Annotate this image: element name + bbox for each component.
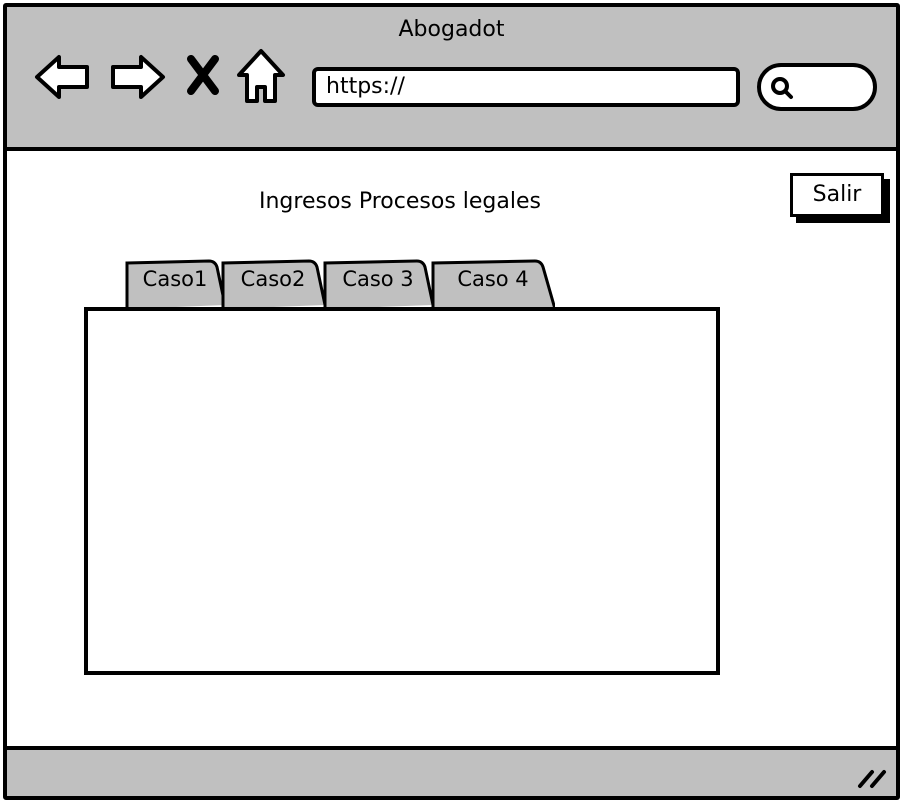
resize-grip-icon[interactable] (856, 766, 890, 790)
search-icon (771, 77, 793, 99)
home-icon[interactable] (235, 47, 287, 105)
close-x-icon[interactable] (185, 55, 221, 95)
tab-caso1[interactable]: Caso1 (125, 257, 225, 309)
window-title: Abogadot (398, 17, 505, 42)
status-bar (7, 746, 896, 796)
tab-caso-3[interactable]: Caso 3 (323, 257, 433, 309)
browser-window: Abogadot https:// Ingresos Procesos lega… (3, 3, 900, 800)
tab-content-panel (84, 307, 720, 675)
tab-caso2[interactable]: Caso2 (221, 257, 325, 309)
tab-label: Caso 4 (457, 267, 529, 291)
tab-caso-4[interactable]: Caso 4 (431, 257, 555, 309)
browser-toolbar: Abogadot https:// (7, 7, 896, 151)
back-arrow-icon[interactable] (33, 51, 93, 103)
url-input[interactable]: https:// (312, 67, 740, 107)
page-title: Ingresos Procesos legales (259, 189, 541, 214)
logout-button[interactable]: Salir (790, 173, 884, 217)
search-field[interactable] (757, 63, 877, 111)
tab-label: Caso2 (240, 267, 306, 291)
forward-arrow-icon[interactable] (107, 51, 167, 103)
tab-label: Caso1 (142, 267, 208, 291)
tab-label: Caso 3 (342, 267, 414, 291)
